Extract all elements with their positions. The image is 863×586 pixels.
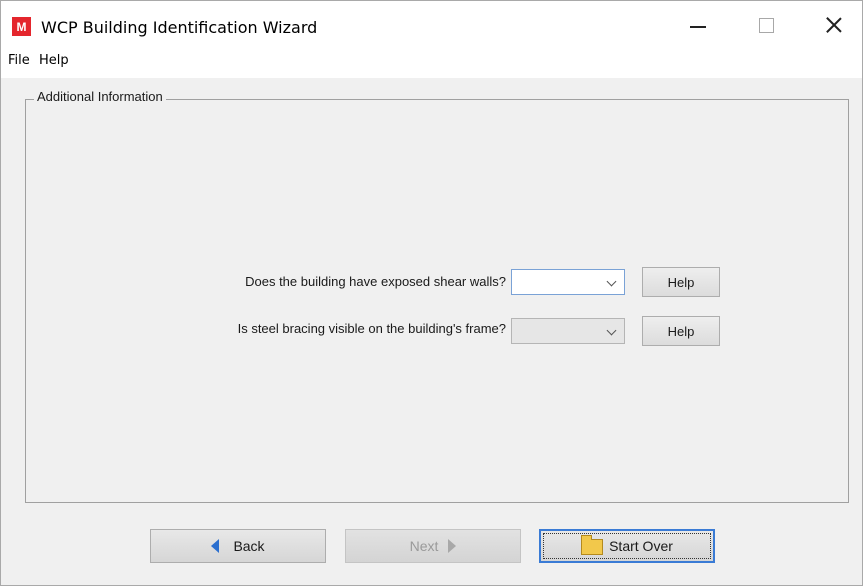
arrow-left-icon — [211, 539, 220, 553]
minimize-button[interactable] — [676, 9, 720, 41]
question-shear-walls-label: Does the building have exposed shear wal… — [245, 274, 506, 289]
question-steel-bracing-label: Is steel bracing visible on the building… — [237, 321, 506, 336]
close-icon — [824, 15, 844, 35]
additional-information-panel — [25, 99, 849, 503]
back-button[interactable]: Back — [150, 529, 326, 563]
wizard-window: M WCP Building Identification Wizard Fil… — [0, 0, 863, 586]
steel-bracing-help-button[interactable]: Help — [642, 316, 720, 346]
back-button-label: Back — [233, 538, 265, 554]
wizard-app-icon: M — [12, 17, 31, 36]
menu-help[interactable]: Help — [39, 53, 69, 68]
next-button-label: Next — [409, 538, 439, 554]
panel-title: Additional Information — [34, 89, 166, 104]
window-title: WCP Building Identification Wizard — [41, 18, 318, 37]
arrow-right-icon — [448, 539, 457, 553]
start-over-button[interactable]: Start Over — [539, 529, 715, 563]
title-bar: M WCP Building Identification Wizard — [1, 1, 862, 41]
maximize-button[interactable] — [744, 9, 788, 41]
close-button[interactable] — [812, 9, 856, 41]
menu-bar: File Help — [1, 41, 862, 78]
folder-icon — [581, 535, 604, 555]
shear-walls-help-button[interactable]: Help — [642, 267, 720, 297]
minimize-icon — [690, 26, 706, 28]
chevron-down-icon — [606, 276, 617, 287]
maximize-icon — [758, 17, 774, 33]
shear-walls-dropdown[interactable] — [511, 269, 625, 295]
menu-file[interactable]: File — [8, 53, 30, 68]
next-button[interactable]: Next — [345, 529, 521, 563]
start-over-button-label: Start Over — [609, 538, 673, 554]
steel-bracing-dropdown[interactable] — [511, 318, 625, 344]
chevron-down-icon — [606, 325, 617, 336]
